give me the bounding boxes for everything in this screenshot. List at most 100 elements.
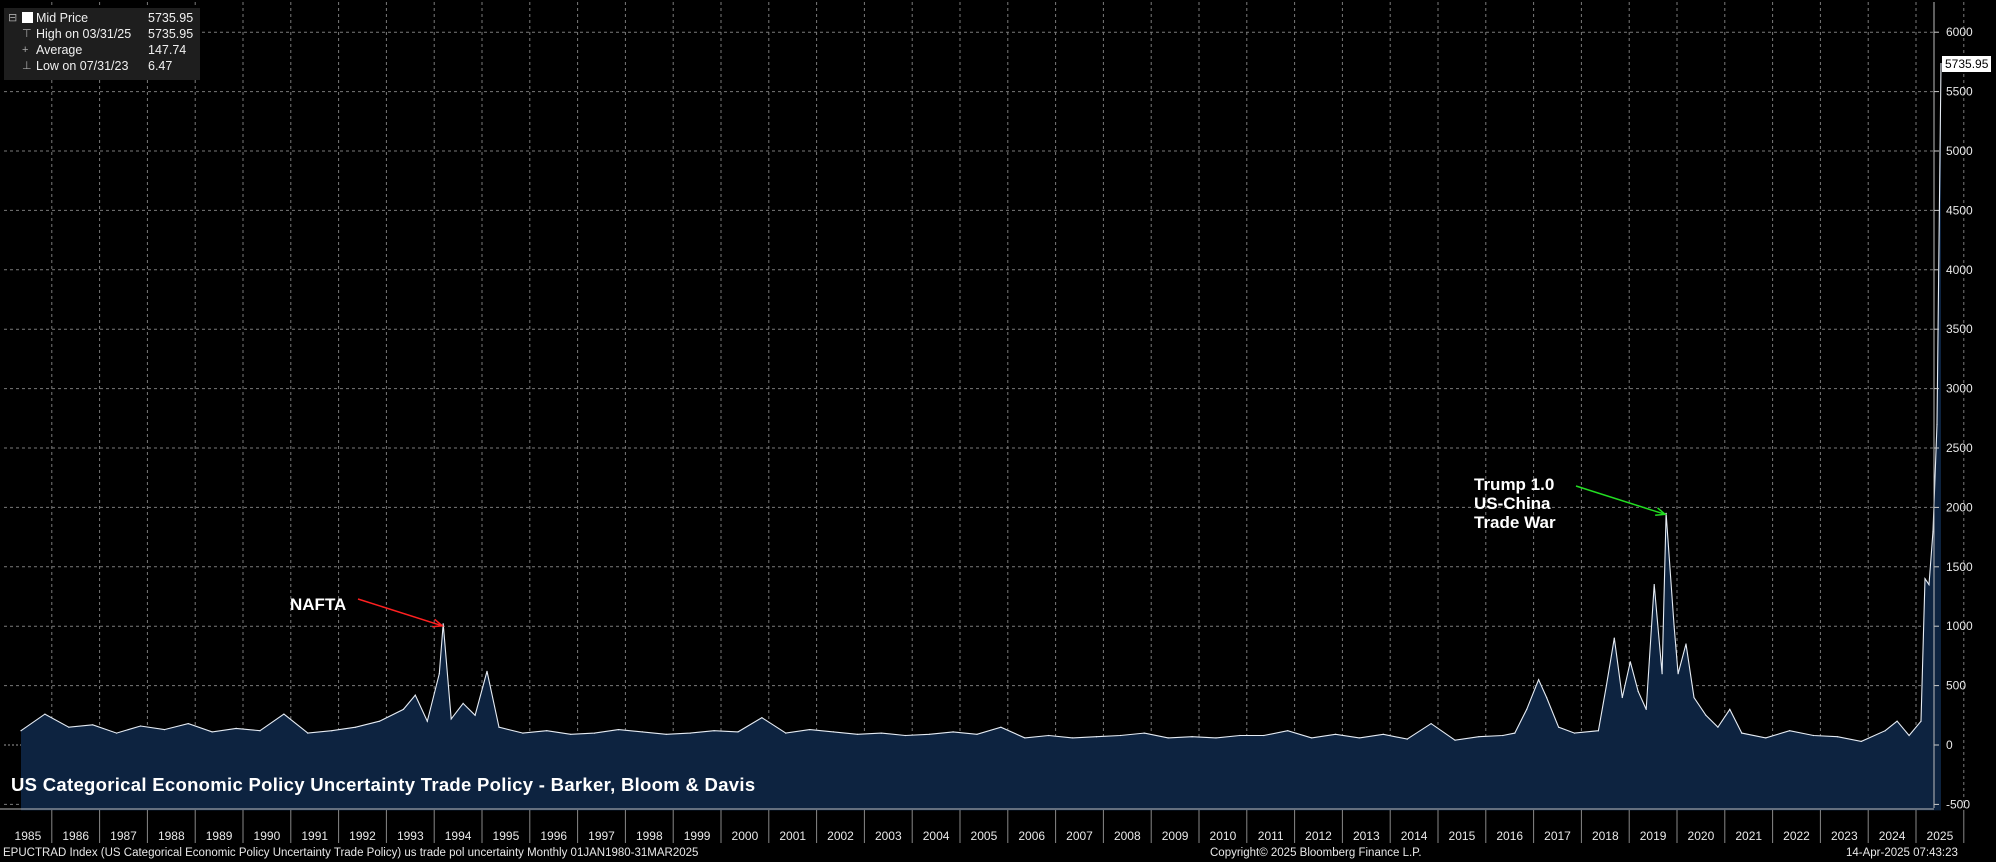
data-point — [498, 726, 500, 728]
data-point — [1215, 737, 1217, 739]
y-tick-label: 1000 — [1946, 619, 1973, 633]
data-point — [1478, 736, 1480, 738]
data-point — [1693, 696, 1695, 699]
data-point — [1932, 530, 1934, 532]
data-point — [402, 708, 404, 711]
series-area — [21, 63, 1941, 811]
data-point — [1924, 578, 1926, 580]
x-tick-label: 2007 — [1066, 829, 1093, 843]
data-point — [331, 730, 333, 732]
y-tick-label: 4500 — [1946, 203, 1973, 217]
data-point — [92, 724, 94, 726]
x-tick-label: 2020 — [1688, 829, 1715, 843]
data-point — [486, 670, 488, 672]
data-point — [1629, 661, 1631, 663]
y-tick-label: 0 — [1946, 738, 1953, 752]
data-point — [594, 732, 596, 734]
footer-description: EPUCTRAD Index (US Categorical Economic … — [3, 847, 699, 859]
data-point — [1526, 708, 1528, 711]
legend-row-average: + Average 147.74 — [4, 42, 200, 58]
data-point — [20, 730, 22, 732]
data-point — [139, 725, 142, 727]
x-tick-label: 2000 — [732, 829, 759, 843]
x-tick-label: 1991 — [301, 829, 328, 843]
y-tick-label: 6000 — [1946, 25, 1973, 39]
data-point — [1705, 714, 1707, 716]
data-point — [1908, 734, 1910, 737]
data-point — [1558, 726, 1560, 728]
data-point — [474, 714, 476, 716]
data-point — [809, 729, 811, 731]
x-tick-label: 2023 — [1831, 829, 1858, 843]
data-point — [761, 717, 763, 719]
footer-copyright: Copyright© 2025 Bloomberg Finance L.P. — [1210, 847, 1422, 859]
y-tick-label: 2000 — [1946, 500, 1973, 514]
data-point — [785, 732, 787, 734]
data-point — [211, 731, 213, 733]
data-point — [187, 723, 189, 725]
legend-value: 147.74 — [148, 43, 187, 57]
data-point — [880, 732, 883, 734]
data-point — [713, 730, 715, 732]
x-tick-label: 2017 — [1544, 829, 1571, 843]
data-point — [1936, 423, 1938, 425]
data-point — [259, 730, 261, 732]
y-tick-label: 1500 — [1946, 560, 1973, 574]
data-point — [1311, 737, 1313, 739]
data-point — [1605, 685, 1607, 687]
data-point — [737, 731, 739, 733]
data-point — [1167, 737, 1169, 739]
data-point — [1546, 696, 1548, 699]
data-point — [44, 713, 46, 715]
data-point — [1597, 730, 1599, 732]
x-tick-label: 1995 — [493, 829, 520, 843]
x-tick-label: 2003 — [875, 829, 902, 843]
x-tick-label: 1994 — [445, 829, 472, 843]
data-point — [665, 733, 667, 735]
data-point — [442, 623, 444, 625]
footer-timestamp: 14-Apr-2025 07:43:23 — [1846, 847, 1958, 859]
data-point — [1729, 708, 1731, 711]
data-point — [1685, 643, 1687, 645]
data-point — [307, 732, 309, 734]
x-tick-label: 2016 — [1496, 829, 1523, 843]
data-point — [1653, 584, 1655, 586]
data-point — [68, 726, 70, 728]
legend-label: Average — [36, 43, 83, 57]
data-point — [1860, 740, 1862, 743]
data-point — [904, 734, 906, 737]
data-point — [1613, 637, 1615, 639]
x-tick-label: 2018 — [1592, 829, 1619, 843]
data-point — [426, 720, 428, 722]
data-point — [1514, 732, 1516, 734]
x-tick-label: 2001 — [779, 829, 806, 843]
x-tick-label: 2022 — [1783, 829, 1810, 843]
data-point — [1095, 736, 1098, 738]
chart-canvas: -500 0 500 1000 1500 2000 2500 3000 3500 4000 4500… — [0, 2, 1973, 843]
x-tick-label: 2010 — [1210, 829, 1237, 843]
x-tick-label: 2005 — [971, 829, 998, 843]
data-point — [355, 726, 357, 728]
legend-label: High on 03/31/25 — [36, 27, 132, 41]
data-point — [928, 733, 930, 735]
data-point — [1143, 732, 1145, 734]
y-tick-label: 3000 — [1946, 382, 1973, 396]
x-tick-label: 2013 — [1353, 829, 1380, 843]
data-point — [689, 732, 691, 734]
legend-row-low: ⊥ Low on 07/31/23 6.47 — [4, 58, 200, 74]
x-tick-label: 2009 — [1162, 829, 1189, 843]
data-point — [1812, 734, 1815, 737]
y-tick-label: 3500 — [1946, 322, 1973, 336]
data-point — [1741, 732, 1743, 734]
x-tick-label: 2024 — [1879, 829, 1906, 843]
data-point — [1287, 730, 1289, 732]
x-tick-label: 2019 — [1640, 829, 1667, 843]
data-point — [546, 730, 548, 732]
data-point — [438, 673, 440, 675]
data-point — [1263, 734, 1265, 737]
x-tick-label: 1988 — [158, 829, 185, 843]
data-point — [1191, 736, 1193, 738]
data-point — [1430, 723, 1432, 725]
x-tick-label: 2011 — [1258, 829, 1284, 843]
x-tick-label: 1999 — [684, 829, 711, 843]
